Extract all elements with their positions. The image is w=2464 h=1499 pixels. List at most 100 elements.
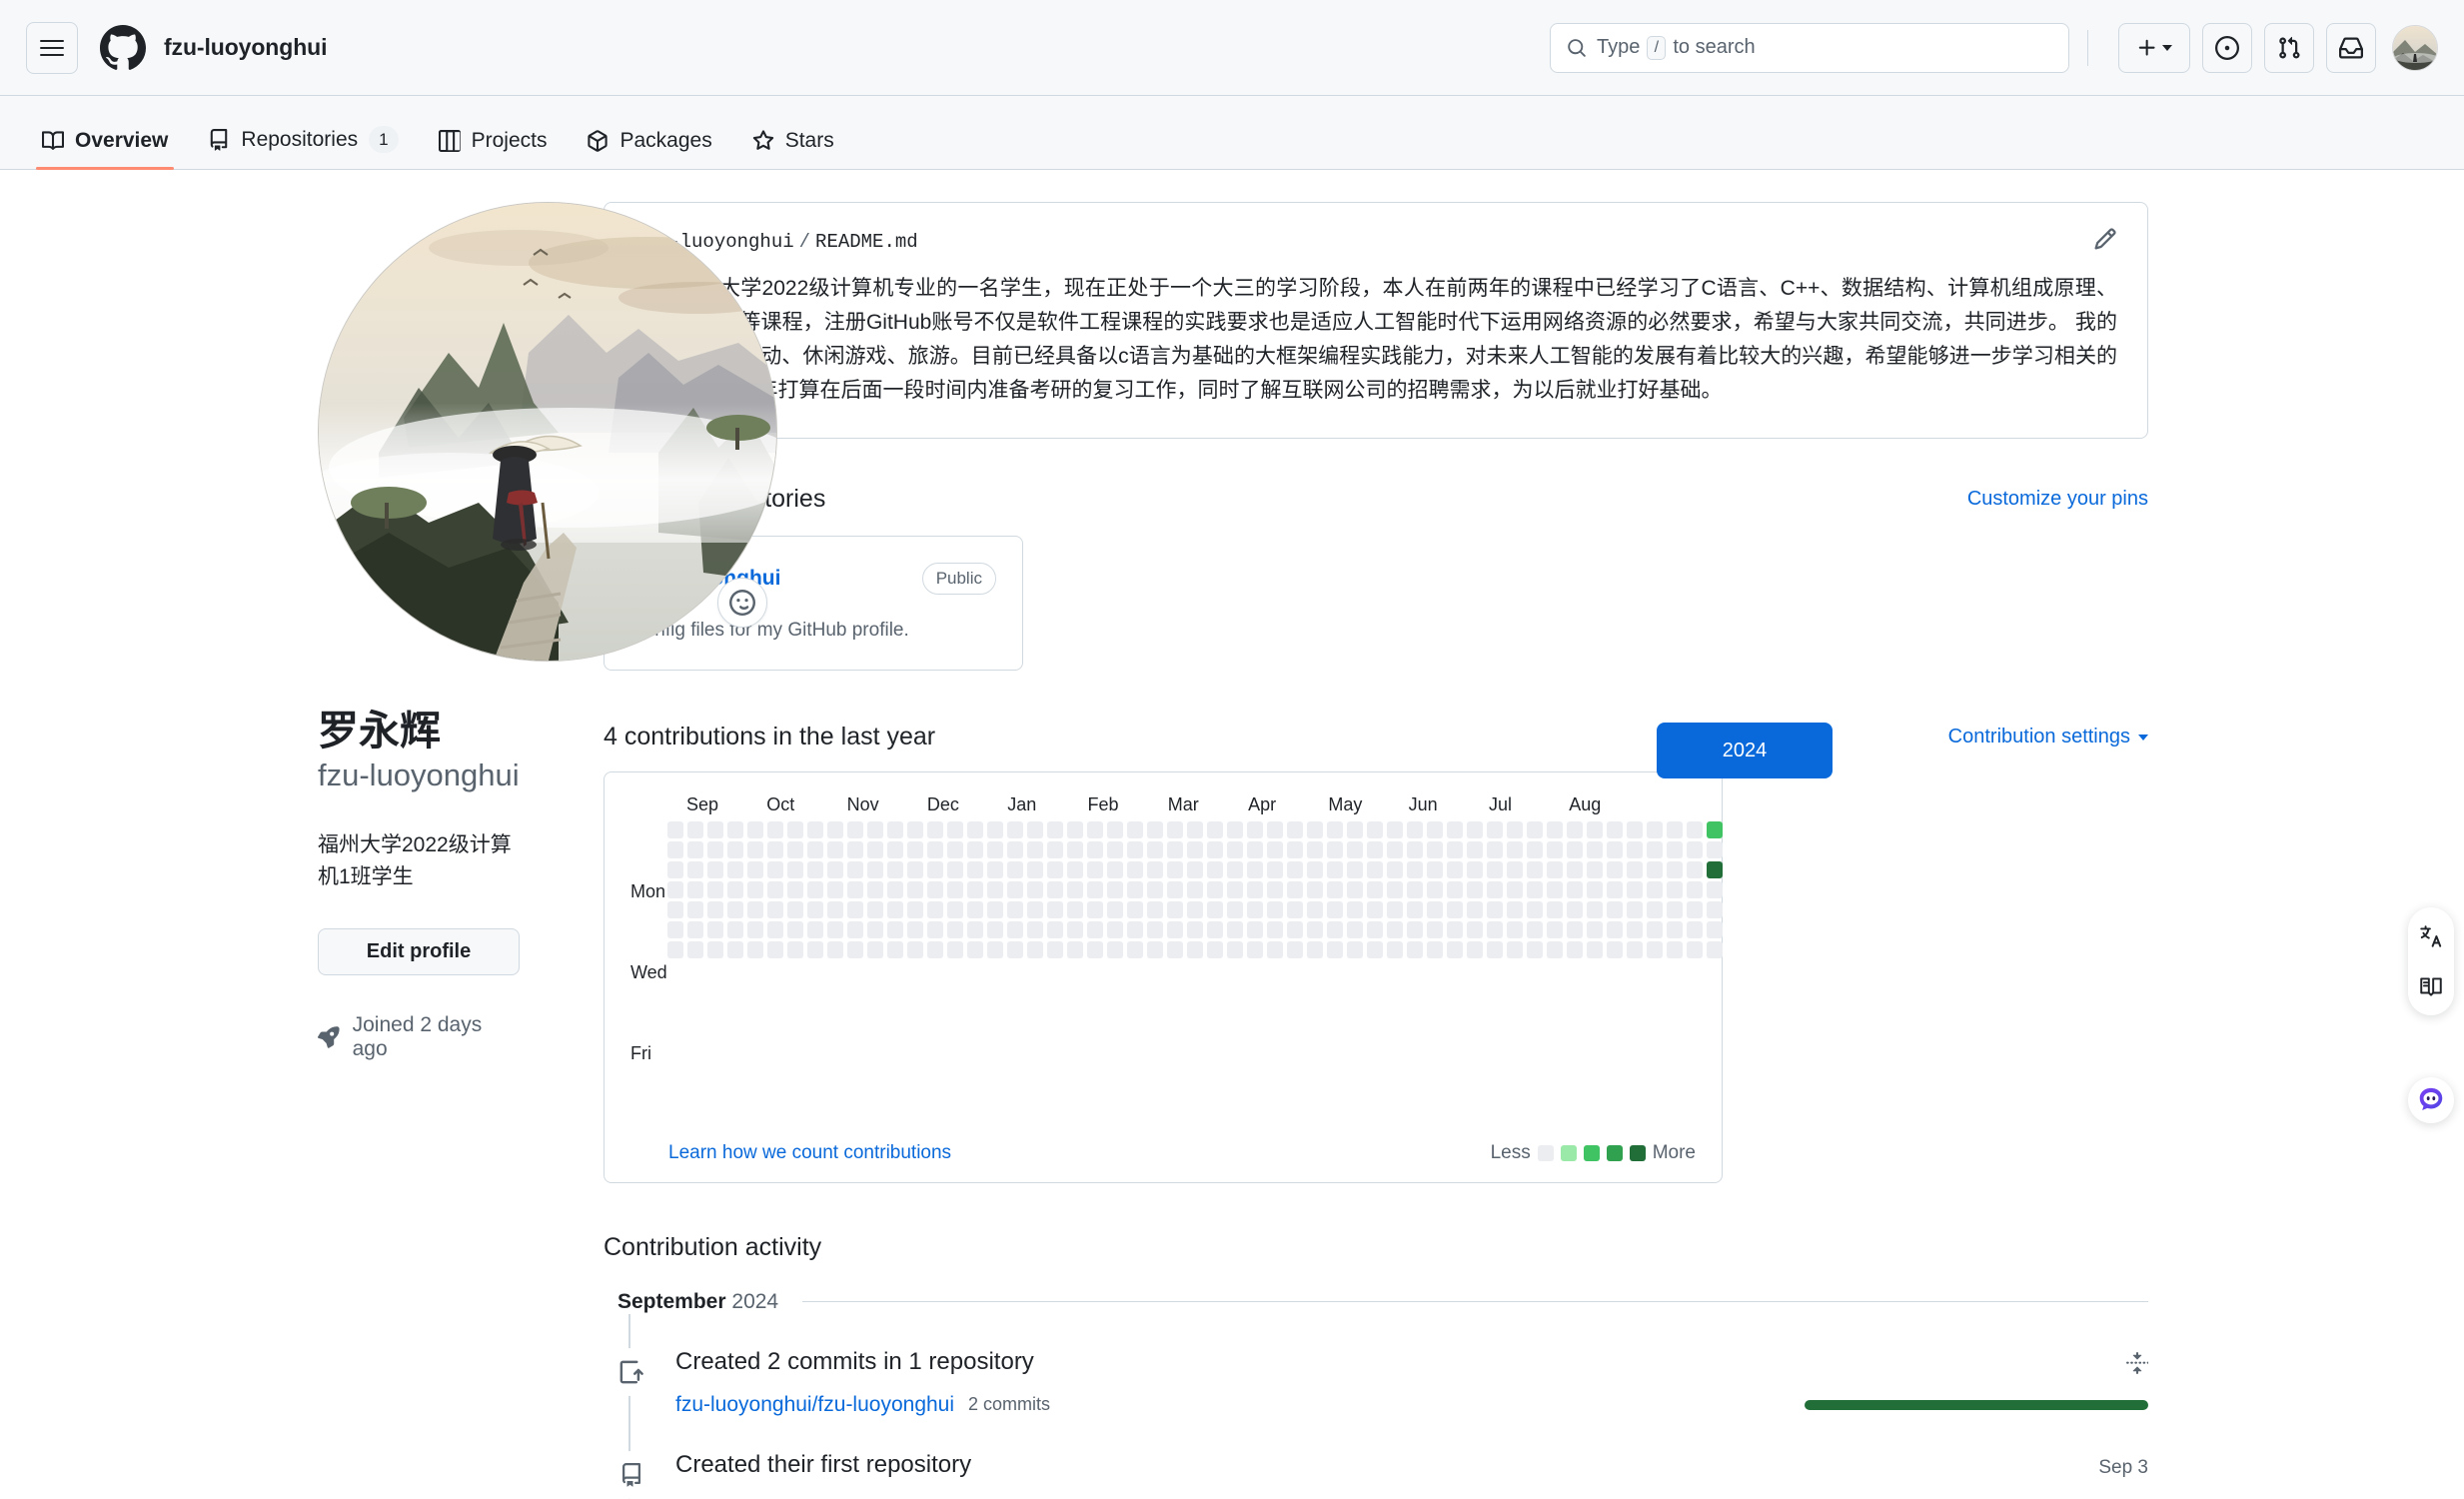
- contribution-day-cell[interactable]: [1246, 841, 1264, 858]
- contribution-day-cell[interactable]: [1126, 881, 1144, 898]
- contribution-day-cell[interactable]: [1526, 821, 1544, 838]
- contribution-day-cell[interactable]: [1026, 941, 1044, 958]
- contribution-day-cell[interactable]: [1506, 821, 1524, 838]
- contribution-day-cell[interactable]: [1066, 841, 1084, 858]
- contribution-day-cell[interactable]: [1006, 941, 1024, 958]
- contribution-day-cell[interactable]: [1606, 921, 1624, 938]
- contribution-day-cell[interactable]: [946, 941, 964, 958]
- contribution-day-cell[interactable]: [1326, 921, 1344, 938]
- contribution-day-cell[interactable]: [1666, 941, 1684, 958]
- contribution-day-cell[interactable]: [1266, 861, 1284, 878]
- contribution-day-cell[interactable]: [1166, 861, 1184, 878]
- contribution-day-cell[interactable]: [1226, 821, 1244, 838]
- contribution-day-cell[interactable]: [1486, 821, 1504, 838]
- profile-avatar[interactable]: [318, 202, 777, 662]
- translate-icon[interactable]: [2414, 919, 2448, 953]
- contribution-day-cell[interactable]: [1026, 841, 1044, 858]
- contribution-day-cell[interactable]: [726, 821, 744, 838]
- contribution-day-cell[interactable]: [1586, 861, 1604, 878]
- contribution-day-cell[interactable]: [866, 881, 884, 898]
- contribution-day-cell[interactable]: [1206, 861, 1224, 878]
- contribution-day-cell[interactable]: [1186, 881, 1204, 898]
- contribution-day-cell[interactable]: [1126, 921, 1144, 938]
- contribution-day-cell[interactable]: [1626, 841, 1644, 858]
- contribution-day-cell[interactable]: [886, 901, 904, 918]
- contribution-day-cell[interactable]: [1666, 881, 1684, 898]
- contribution-day-cell[interactable]: [1046, 861, 1064, 878]
- tab-packages[interactable]: Packages: [571, 129, 727, 169]
- contribution-day-cell[interactable]: [1466, 881, 1484, 898]
- contribution-day-cell[interactable]: [846, 861, 864, 878]
- contribution-day-cell[interactable]: [1306, 901, 1324, 918]
- contribution-day-cell[interactable]: [1146, 841, 1164, 858]
- contribution-day-cell[interactable]: [686, 861, 704, 878]
- contribution-day-cell[interactable]: [1586, 821, 1604, 838]
- contribution-day-cell[interactable]: [1046, 921, 1064, 938]
- contribution-day-cell[interactable]: [1366, 941, 1384, 958]
- contribution-day-cell[interactable]: [986, 841, 1004, 858]
- contribution-day-cell[interactable]: [806, 881, 824, 898]
- contribution-day-cell[interactable]: [1526, 921, 1544, 938]
- contribution-day-cell[interactable]: [926, 881, 944, 898]
- contribution-day-cell[interactable]: [1466, 861, 1484, 878]
- contribution-day-cell[interactable]: [1306, 861, 1324, 878]
- contribution-day-cell[interactable]: [1006, 841, 1024, 858]
- contribution-day-cell[interactable]: [1186, 841, 1204, 858]
- contribution-day-cell[interactable]: [1106, 861, 1124, 878]
- contribution-settings-button[interactable]: Contribution settings: [1948, 726, 2148, 749]
- contribution-day-cell[interactable]: [1366, 821, 1384, 838]
- contribution-day-cell[interactable]: [1626, 921, 1644, 938]
- contribution-day-cell[interactable]: [1526, 901, 1544, 918]
- contribution-day-cell[interactable]: [1406, 921, 1424, 938]
- contribution-day-cell[interactable]: [1666, 921, 1684, 938]
- contribution-day-cell[interactable]: [1566, 841, 1584, 858]
- contribution-day-cell[interactable]: [1506, 921, 1524, 938]
- contribution-day-cell[interactable]: [1706, 921, 1724, 938]
- contribution-day-cell[interactable]: [1386, 841, 1404, 858]
- contribution-day-cell[interactable]: [666, 881, 684, 898]
- contribution-day-cell[interactable]: [1566, 921, 1584, 938]
- contribution-day-cell[interactable]: [1286, 901, 1304, 918]
- contribution-day-cell[interactable]: [1686, 861, 1704, 878]
- tab-overview[interactable]: Overview: [26, 129, 184, 170]
- contribution-day-cell[interactable]: [1486, 881, 1504, 898]
- contribution-day-cell[interactable]: [1226, 941, 1244, 958]
- contribution-day-cell[interactable]: [1066, 901, 1084, 918]
- contribution-day-cell[interactable]: [1006, 921, 1024, 938]
- contribution-day-cell[interactable]: [866, 901, 884, 918]
- contribution-day-cell[interactable]: [1166, 841, 1184, 858]
- contribution-day-cell[interactable]: [846, 821, 864, 838]
- contribution-day-cell[interactable]: [786, 921, 804, 938]
- contribution-day-cell[interactable]: [746, 941, 764, 958]
- contribution-day-cell[interactable]: [1706, 861, 1724, 878]
- contribution-day-cell[interactable]: [1666, 861, 1684, 878]
- contribution-day-cell[interactable]: [986, 941, 1004, 958]
- contribution-day-cell[interactable]: [1286, 821, 1304, 838]
- contribution-day-cell[interactable]: [686, 881, 704, 898]
- contribution-day-cell[interactable]: [1146, 921, 1164, 938]
- contribution-day-cell[interactable]: [746, 841, 764, 858]
- contribution-day-cell[interactable]: [986, 901, 1004, 918]
- contribution-day-cell[interactable]: [766, 881, 784, 898]
- contribution-day-cell[interactable]: [726, 881, 744, 898]
- contribution-day-cell[interactable]: [1526, 881, 1544, 898]
- contribution-day-cell[interactable]: [1426, 921, 1444, 938]
- contribution-day-cell[interactable]: [746, 821, 764, 838]
- customize-pins-link[interactable]: Customize your pins: [1967, 488, 2148, 511]
- contribution-day-cell[interactable]: [1166, 881, 1184, 898]
- contribution-day-cell[interactable]: [886, 861, 904, 878]
- contribution-day-cell[interactable]: [706, 881, 724, 898]
- contribution-day-cell[interactable]: [706, 941, 724, 958]
- contribution-day-cell[interactable]: [1206, 841, 1224, 858]
- contribution-day-cell[interactable]: [1346, 881, 1364, 898]
- contribution-day-cell[interactable]: [766, 821, 784, 838]
- contribution-day-cell[interactable]: [1206, 921, 1224, 938]
- contribution-day-cell[interactable]: [1606, 861, 1624, 878]
- contribution-day-cell[interactable]: [1306, 881, 1324, 898]
- contribution-day-cell[interactable]: [866, 821, 884, 838]
- contribution-day-cell[interactable]: [1146, 821, 1164, 838]
- contribution-day-cell[interactable]: [946, 821, 964, 838]
- contribution-day-cell[interactable]: [926, 821, 944, 838]
- contribution-day-cell[interactable]: [1386, 901, 1404, 918]
- contribution-day-cell[interactable]: [786, 881, 804, 898]
